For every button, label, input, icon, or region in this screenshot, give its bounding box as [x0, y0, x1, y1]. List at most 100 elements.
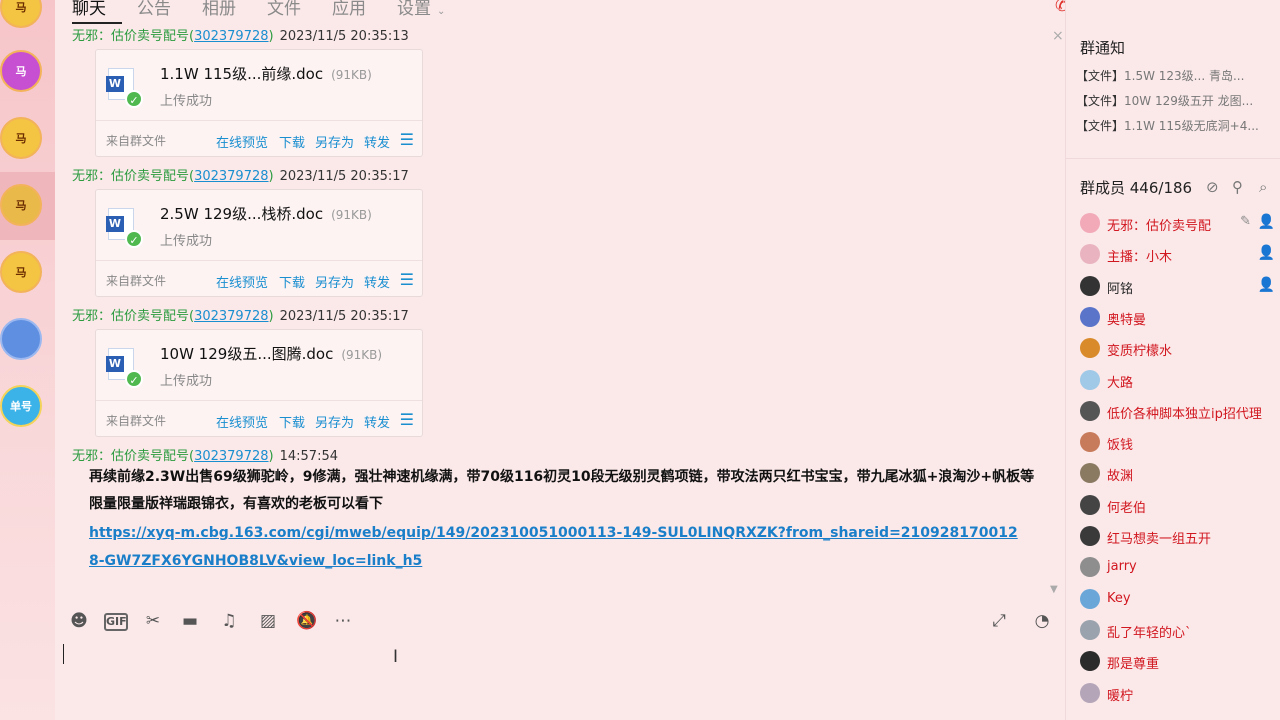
member-name: Key — [1107, 590, 1131, 606]
member-item[interactable]: 暖柠 — [1080, 682, 1275, 706]
gif-icon[interactable]: GIF — [104, 613, 128, 631]
menu-icon[interactable]: ☰ — [400, 410, 414, 429]
member-item[interactable]: 大路 — [1080, 369, 1275, 393]
divider — [1066, 158, 1280, 159]
sender-qq-link[interactable]: 302379728 — [194, 449, 268, 464]
conversation-avatar[interactable] — [0, 318, 42, 360]
avatar — [1080, 213, 1100, 233]
forward-link[interactable]: 转发 — [364, 272, 390, 291]
file-card-body[interactable]: W ✓ 1.1W 115级...前缘.doc (91KB) 上传成功 — [96, 50, 422, 120]
file-card[interactable]: W ✓ 10W 129级五...图腾.doc (91KB) 上传成功 来自群文件 … — [95, 329, 423, 437]
avatar — [1080, 369, 1100, 390]
menu-icon[interactable]: ☰ — [400, 130, 414, 149]
conversation-avatar-selected[interactable]: 马 — [0, 184, 42, 226]
mute-bell-icon[interactable]: 🔕 — [296, 611, 318, 631]
folder-icon[interactable]: ▬ — [179, 611, 201, 631]
screenshot-scissors-icon[interactable]: ✂ — [142, 611, 164, 631]
upload-status: 上传成功 — [160, 374, 213, 389]
message-time: 2023/11/5 20:35:17 — [279, 169, 409, 184]
file-size: (91KB) — [331, 68, 372, 82]
tab-settings[interactable]: 设置 ⌄ — [397, 0, 445, 19]
avatar — [1080, 400, 1100, 421]
member-item[interactable]: 主播：小木 👤 — [1080, 243, 1275, 267]
sender-qq-link[interactable]: 302379728 — [194, 169, 268, 184]
member-item[interactable]: 乱了年轻的心` — [1080, 619, 1275, 643]
member-item[interactable]: 故渊 — [1080, 462, 1275, 486]
conversation-avatar[interactable]: 马 — [0, 251, 42, 293]
member-item[interactable]: 奥特曼 — [1080, 306, 1275, 330]
save-as-link[interactable]: 另存为 — [315, 132, 354, 151]
member-item[interactable]: 饭钱 — [1080, 431, 1275, 455]
tab-announcement[interactable]: 公告 — [137, 0, 171, 19]
tab-apps[interactable]: 应用 — [332, 0, 366, 19]
check-icon: ✓ — [125, 230, 143, 248]
sender-qq-link[interactable]: 302379728 — [194, 309, 268, 324]
preview-online-link[interactable]: 在线预览 — [216, 272, 268, 291]
text-cursor-icon: Ⅰ — [393, 647, 399, 667]
message-text: 再续前缘2.3W出售69级狮驼岭，9修满，强壮神速机缘满，带70级116初灵10… — [89, 469, 1035, 512]
tab-chat[interactable]: 聊天 — [72, 0, 106, 19]
avatar — [1080, 338, 1100, 359]
tab-album[interactable]: 相册 — [202, 0, 236, 19]
conversation-avatar[interactable]: 单号 — [0, 385, 42, 427]
member-item[interactable]: 阿铭 👤 — [1080, 275, 1275, 299]
group-notice-title[interactable]: 群通知 — [1080, 37, 1125, 58]
download-link[interactable]: 下载 — [279, 412, 305, 431]
notice-item[interactable]: 【文件】1.1W 115级无底洞+4... — [1076, 117, 1259, 134]
save-as-link[interactable]: 另存为 — [315, 412, 354, 431]
notice-text: 1.1W 115级无底洞+4... — [1124, 119, 1259, 133]
file-card[interactable]: W ✓ 2.5W 129级...栈桥.doc (91KB) 上传成功 来自群文件 … — [95, 189, 423, 297]
music-icon[interactable]: ♫ — [218, 611, 240, 631]
file-card[interactable]: W ✓ 1.1W 115级...前缘.doc (91KB) 上传成功 来自群文件 … — [95, 49, 423, 157]
menu-icon[interactable]: ☰ — [400, 270, 414, 289]
preview-online-link[interactable]: 在线预览 — [216, 412, 268, 431]
member-name: 暖柠 — [1107, 688, 1134, 704]
member-item[interactable]: jarry — [1080, 556, 1275, 580]
member-name: 故渊 — [1107, 469, 1134, 485]
file-card-body[interactable]: W ✓ 2.5W 129级...栈桥.doc (91KB) 上传成功 — [96, 190, 422, 260]
emoji-icon[interactable]: ☻ — [68, 611, 90, 631]
member-item[interactable]: 何老伯 — [1080, 494, 1275, 518]
member-item[interactable]: 那是尊重 — [1080, 650, 1275, 674]
file-card-body[interactable]: W ✓ 10W 129级五...图腾.doc (91KB) 上传成功 — [96, 330, 422, 400]
add-member-icon[interactable]: ⚲ — [1232, 178, 1243, 196]
expand-icon[interactable]: ⤢ — [988, 611, 1010, 631]
avatar — [1080, 494, 1100, 515]
close-icon[interactable]: × — [1052, 28, 1064, 44]
history-clock-icon[interactable]: ◔ — [1031, 611, 1053, 631]
forward-link[interactable]: 转发 — [364, 132, 390, 151]
file-name: 10W 129级五...图腾.doc (91KB) — [160, 343, 382, 364]
conversation-avatar[interactable]: 马 — [0, 0, 42, 28]
tab-files[interactable]: 文件 — [267, 0, 301, 19]
save-as-link[interactable]: 另存为 — [315, 272, 354, 291]
member-item[interactable]: 红马想卖一组五开 — [1080, 525, 1275, 549]
member-name: 饭钱 — [1107, 438, 1134, 454]
member-name: 红马想卖一组五开 — [1107, 532, 1212, 547]
block-icon[interactable]: ⊘ — [1206, 178, 1219, 196]
edit-pen-icon[interactable]: ✎ — [1240, 214, 1251, 229]
preview-online-link[interactable]: 在线预览 — [216, 132, 268, 151]
sender-qq-link[interactable]: 302379728 — [194, 29, 268, 44]
member-item[interactable]: Key — [1080, 588, 1275, 612]
more-icon[interactable]: ⋯ — [332, 611, 354, 631]
member-item[interactable]: 无邪：估价卖号配 👤 ✎ — [1080, 212, 1275, 236]
owner-badge-icon: 👤 — [1257, 214, 1275, 230]
conversation-avatar[interactable]: 马 — [0, 117, 42, 159]
download-link[interactable]: 下载 — [279, 132, 305, 151]
forward-link[interactable]: 转发 — [364, 412, 390, 431]
member-item[interactable]: 变质柠檬水 — [1080, 337, 1275, 361]
chevron-down-icon[interactable]: ▼ — [1050, 584, 1058, 595]
message-input[interactable]: Ⅰ — [55, 638, 1065, 720]
member-item[interactable]: 低价各种脚本独立ip招代理 — [1080, 400, 1275, 424]
message-sender: 无邪：估价卖号配号(302379728) 2023/11/5 20:35:13 — [72, 29, 409, 44]
conversation-avatar[interactable]: 马 — [0, 50, 42, 92]
text-caret — [63, 644, 64, 664]
notice-item[interactable]: 【文件】10W 129级五开 龙图... — [1076, 92, 1253, 109]
image-icon[interactable]: ▨ — [257, 611, 279, 631]
message-link[interactable]: https://xyq-m.cbg.163.com/cgi/mweb/equip… — [89, 519, 1019, 575]
download-link[interactable]: 下载 — [279, 272, 305, 291]
notice-tag: 【文件】 — [1076, 69, 1125, 83]
member-name: 变质柠檬水 — [1107, 344, 1173, 360]
notice-item[interactable]: 【文件】1.5W 123级... 青岛... — [1076, 67, 1244, 84]
search-icon[interactable]: ⌕ — [1259, 178, 1267, 196]
